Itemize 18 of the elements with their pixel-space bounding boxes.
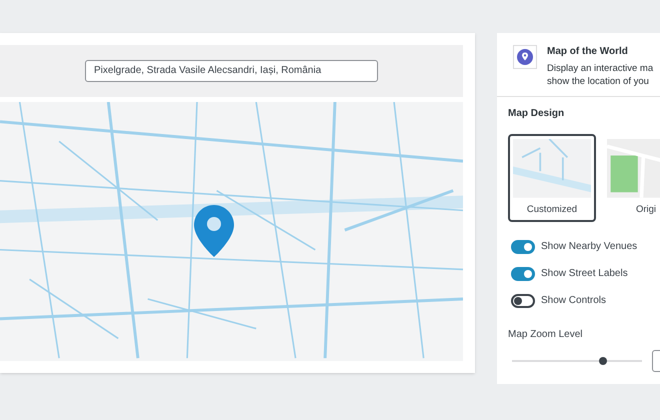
map-style-option[interactable]: Customized [508,134,596,222]
block-description: Display an interactive ma show the location of you [547,62,654,88]
toggle-switch[interactable] [511,240,535,254]
toggle-label: Show Controls [541,294,606,308]
block-title: Map of the World [547,45,629,59]
map-style-label: Customized [526,202,578,217]
toggle-switch[interactable] [511,294,535,308]
zoom-slider-thumb[interactable] [599,357,607,365]
section-heading: Map Design [508,107,564,121]
location-search-field[interactable]: Pixelgrade, Strada Vasile Alecsandri, Iași, România [85,60,378,82]
map-style-label: Origi [636,202,656,217]
zoom-level-label: Map Zoom Level [508,328,582,342]
toggle-label: Show Street Labels [541,267,628,281]
location-pin-icon [517,49,533,65]
map-style-option[interactable]: Origi [602,134,660,222]
map-pin-icon [194,204,234,257]
toggle-label: Show Nearby Venues [541,240,638,254]
toggle-switch[interactable] [511,266,535,280]
